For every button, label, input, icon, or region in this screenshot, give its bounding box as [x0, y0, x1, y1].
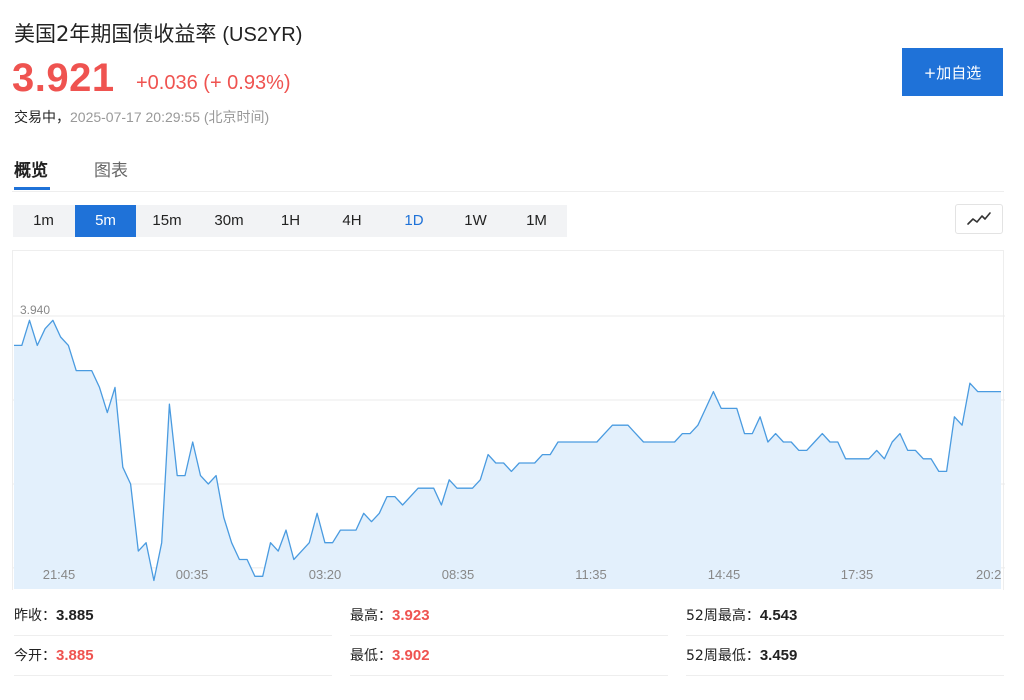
period-30m[interactable]: 30m [198, 205, 260, 237]
current-price: 3.921 [12, 56, 115, 100]
x-tick-label: 17:35 [841, 567, 874, 582]
x-tick-label: 21:45 [43, 567, 76, 582]
stat-label: 52周最低： [686, 648, 760, 664]
x-tick-label: 08:35 [442, 567, 475, 582]
period-1m[interactable]: 1m [13, 205, 74, 237]
x-tick-label: 20:2 [976, 567, 1001, 582]
period-15m[interactable]: 15m [136, 205, 198, 237]
tab-bar: 概览 图表 [12, 150, 1004, 192]
stat-value: 3.885 [56, 647, 94, 664]
stat-label: 今开： [14, 648, 56, 664]
stat-value: 4.543 [759, 607, 798, 624]
security-name: 美国2年期国债收益率 [14, 22, 217, 46]
series-area [14, 320, 1001, 589]
trading-status: 交易中，2025-07-17 20:29:55 (北京时间) [14, 107, 269, 127]
y-tick-label: 3.940 [20, 303, 50, 317]
x-tick-label: 03:20 [309, 567, 342, 582]
period-1w[interactable]: 1W [445, 205, 506, 237]
price-change: +0.036 (+ 0.93%) [136, 72, 291, 94]
period-1d[interactable]: 1D [383, 205, 445, 237]
x-tick-label: 11:35 [575, 567, 607, 582]
stat-label: 昨收： [14, 608, 56, 624]
period-5m[interactable]: 5m [75, 205, 136, 237]
stat-low: 最低：3.902 [350, 636, 668, 676]
stat-value: 3.885 [56, 607, 94, 624]
stat-open: 今开：3.885 [14, 636, 332, 676]
period-selector: 1m 5m 15m 30m 1H 4H 1D 1W 1M [13, 205, 567, 237]
price-chart: 3.9403.9203.9003.88021:4500:3503:2008:35… [12, 250, 1005, 590]
stat-52w-high: 52周最高：4.543 [686, 596, 1004, 636]
x-tick-label: 00:35 [176, 567, 209, 582]
chart-type-toggle[interactable] [955, 204, 1003, 234]
x-tick-label: 14:45 [708, 567, 741, 582]
stat-value: 3.459 [759, 647, 798, 664]
security-code: (US2YR) [222, 24, 303, 46]
period-1mo[interactable]: 1M [506, 205, 567, 237]
tab-overview[interactable]: 概览 [14, 156, 48, 189]
page-title: 美国2年期国债收益率 (US2YR) [14, 18, 302, 48]
active-tab-indicator [14, 187, 50, 190]
add-to-watchlist-button[interactable]: +加自选 [902, 48, 1003, 96]
stat-value: 3.923 [392, 607, 430, 624]
period-1h[interactable]: 1H [260, 205, 321, 237]
price-chart-svg: 3.9403.9203.9003.88021:4500:3503:2008:35… [13, 303, 1005, 589]
stat-high: 最高：3.923 [350, 596, 668, 636]
stat-label: 最高： [350, 608, 392, 624]
trading-status-label: 交易中， [14, 110, 70, 126]
line-chart-icon [967, 212, 991, 225]
tab-chart[interactable]: 图表 [94, 156, 128, 189]
stat-value: 3.902 [392, 647, 430, 664]
stat-label: 最低： [350, 648, 392, 664]
stat-label: 52周最高： [686, 608, 760, 624]
stat-52w-low: 52周最低：3.459 [686, 636, 1004, 676]
period-4h[interactable]: 4H [321, 205, 383, 237]
stat-prev-close: 昨收：3.885 [14, 596, 332, 636]
trading-timestamp: 2025-07-17 20:29:55 (北京时间) [70, 109, 270, 125]
